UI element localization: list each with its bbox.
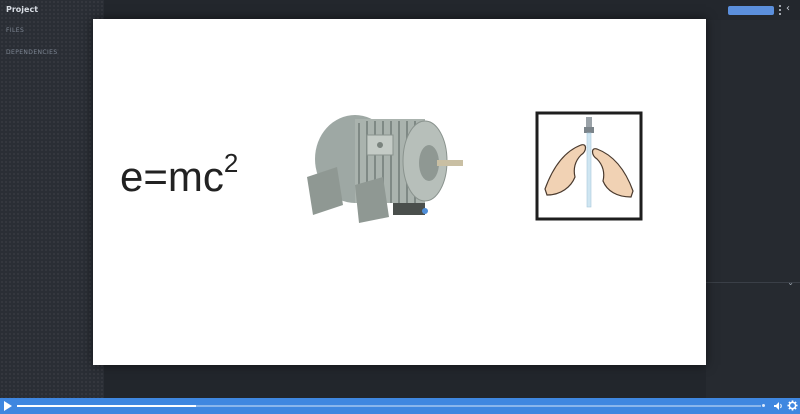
electric-motor-image <box>307 115 463 223</box>
slide-canvas: e=mc2 <box>93 19 706 365</box>
progress-fill <box>17 405 196 407</box>
hand-washing-pictogram <box>535 111 643 221</box>
panel-divider <box>706 282 800 283</box>
progress-end-dot <box>762 404 765 407</box>
equation-text: e=mc2 <box>120 148 238 201</box>
sidebar-title: Project <box>6 5 39 14</box>
play-icon[interactable] <box>4 401 12 411</box>
toolbar-primary-button[interactable] <box>728 6 774 15</box>
progress-track[interactable] <box>17 405 761 407</box>
kebab-menu-icon[interactable] <box>778 4 782 16</box>
chevron-left-icon[interactable]: ‹ <box>786 3 790 15</box>
top-toolbar <box>104 0 800 20</box>
sidebar-section-files[interactable]: FILES <box>6 27 24 34</box>
sidebar-section-dependencies[interactable]: DEPENDENCIES <box>6 49 58 56</box>
player-control-bar <box>0 398 800 414</box>
sidebar: Project FILES DEPENDENCIES <box>0 0 104 398</box>
volume-icon[interactable] <box>773 401 783 411</box>
right-panel: ⌄ <box>706 20 800 398</box>
settings-gear-icon[interactable] <box>787 400 798 411</box>
chevron-down-icon[interactable]: ⌄ <box>787 278 794 287</box>
equation-exponent: 2 <box>223 148 239 178</box>
equation-base: e=mc <box>120 153 224 200</box>
